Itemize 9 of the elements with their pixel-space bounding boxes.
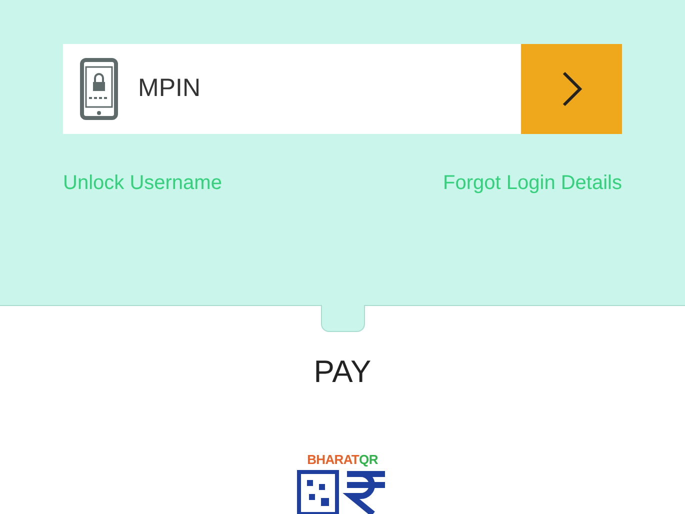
phone-lock-icon (80, 58, 118, 120)
pay-title: PAY (314, 352, 372, 390)
login-link[interactable]: Forgot Login Details (443, 168, 622, 198)
login-link[interactable]: Unlock Username (63, 168, 222, 198)
logo-wordmark: BHARATQR (307, 453, 378, 466)
submit-button[interactable] (521, 44, 622, 134)
mpin-field[interactable]: MPIN (63, 44, 521, 134)
mpin-input[interactable]: MPIN (138, 70, 521, 108)
tab-notch[interactable] (320, 304, 364, 332)
